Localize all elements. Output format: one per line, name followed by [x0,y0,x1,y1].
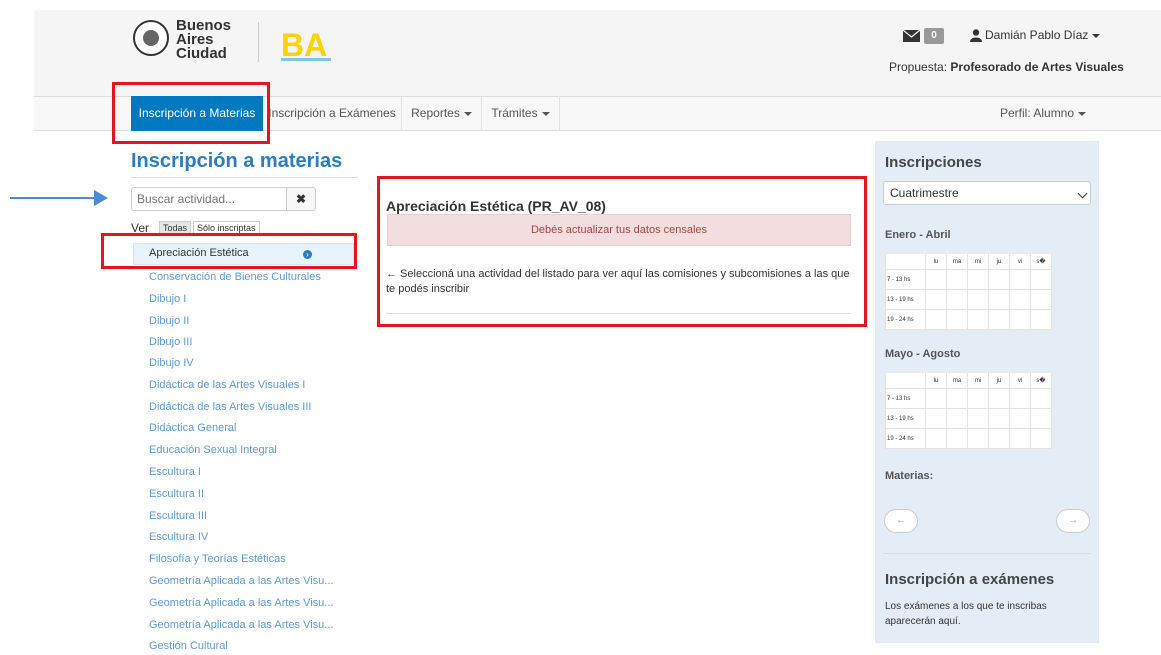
list-item[interactable]: Dibujo II [149,313,189,329]
prev-button[interactable]: ← [884,509,918,533]
list-item[interactable]: Escultura II [149,486,204,502]
list-item[interactable]: Filosofía y Teorías Estéticas [149,551,286,567]
day-header: vi [1009,254,1031,270]
block-label: Mayo - Agosto [885,348,961,360]
day-header: s� [1030,373,1052,389]
materias-label: Materias: [885,470,934,482]
search-input[interactable] [131,187,287,211]
day-header: ma [946,373,968,389]
user-icon [970,29,982,42]
day-header: s� [1030,254,1052,270]
block-label: Enero - Abril [885,229,951,241]
page-title: Inscripción a materias [131,150,343,172]
list-item[interactable]: Geometría Aplicada a las Artes Visu... [149,573,333,589]
list-item[interactable]: Didáctica de las Artes Visuales I [149,377,305,393]
day-header: mi [967,254,989,270]
list-item[interactable]: Dibujo I [149,291,186,307]
tab-inscripcion-examenes[interactable]: Inscripción a Exámenes [263,96,402,131]
list-item[interactable]: Escultura III [149,508,207,524]
chevron-down-icon [463,111,472,116]
chevron-down-icon [541,111,550,116]
tab-reportes-label: Reportes [411,106,460,120]
mail-count-badge[interactable]: 0 [924,28,944,44]
day-header: ju [988,254,1010,270]
hour-label: 19 - 24 hs [885,428,926,449]
mail-icon[interactable] [903,30,920,42]
day-header: vi [1009,373,1031,389]
period-select[interactable]: Cuatrimestre [883,181,1091,205]
tab-tramites[interactable]: Trámites [482,96,560,131]
day-header: ju [988,373,1010,389]
list-item[interactable]: Escultura I [149,464,201,480]
ba-logo: BA [281,27,331,61]
highlight-box-item [101,233,357,269]
hour-label: 13 - 19 hs [885,408,926,429]
tab-reportes[interactable]: Reportes [402,96,482,131]
exams-title: Inscripción a exámenes [885,571,1055,588]
logo-divider [258,22,259,62]
schedule-corner [885,373,926,389]
user-menu[interactable]: Damián Pablo Díaz [985,28,1101,42]
annotation-arrow-head [94,190,108,206]
list-item[interactable]: Didáctica de las Artes Visuales III [149,399,311,415]
day-header: lu [925,254,947,270]
highlight-box-tab [112,82,270,144]
hour-label: 19 - 24 hs [885,309,926,330]
logo-text: Buenos Aires Ciudad [176,18,246,62]
exams-text: Los exámenes a los que te inscribas apar… [885,601,1047,627]
panel-divider [883,553,1091,554]
list-item[interactable]: Didáctica General [149,420,236,436]
highlight-box-activity [377,176,867,327]
list-item[interactable]: Geometría Aplicada a las Artes Visu... [149,595,333,611]
annotation-arrow [10,197,96,199]
list-item[interactable]: Escultura IV [149,529,208,545]
city-seal-logo [133,20,169,56]
schedule-table: lu ma mi ju vi s� 7 - 13 hs 13 - 19 hs 1… [885,254,1052,330]
list-item[interactable]: Dibujo III [149,334,192,350]
hour-label: 7 - 13 hs [885,269,926,290]
logo-line-3: Ciudad [176,45,227,62]
perfil-label: Perfil: Alumno [1000,106,1075,120]
list-item[interactable]: Dibujo IV [149,355,194,371]
schedule-corner [885,254,926,270]
list-item[interactable]: Educación Sexual Integral [149,442,277,458]
day-header: ma [946,254,968,270]
title-divider [131,177,358,178]
list-item[interactable]: Gestión Cultural [149,638,228,654]
clear-search-button[interactable]: ✖ [286,187,316,211]
panel-title: Inscripciones [885,154,982,171]
hour-label: 7 - 13 hs [885,388,926,409]
list-item[interactable]: Geometría Aplicada a las Artes Visu... [149,617,333,633]
propuesta: Propuesta: Profesorado de Artes Visuales [889,60,1124,74]
propuesta-value: Profesorado de Artes Visuales [950,60,1124,74]
hour-label: 13 - 19 hs [885,289,926,310]
list-item[interactable]: Conservación de Bienes Culturales [149,269,321,285]
chevron-down-icon [1078,111,1087,116]
chevron-down-icon [1092,33,1101,38]
next-button[interactable]: → [1056,509,1090,533]
day-header: lu [925,373,947,389]
ba-logo-text: BA [281,27,327,61]
user-name: Damián Pablo Díaz [985,28,1089,42]
schedule-table: lu ma mi ju vi s� 7 - 13 hs 13 - 19 hs 1… [885,373,1052,449]
day-header: mi [967,373,989,389]
tab-tramites-label: Trámites [491,106,538,120]
perfil-menu[interactable]: Perfil: Alumno [1000,96,1087,131]
propuesta-label: Propuesta: [889,60,948,74]
